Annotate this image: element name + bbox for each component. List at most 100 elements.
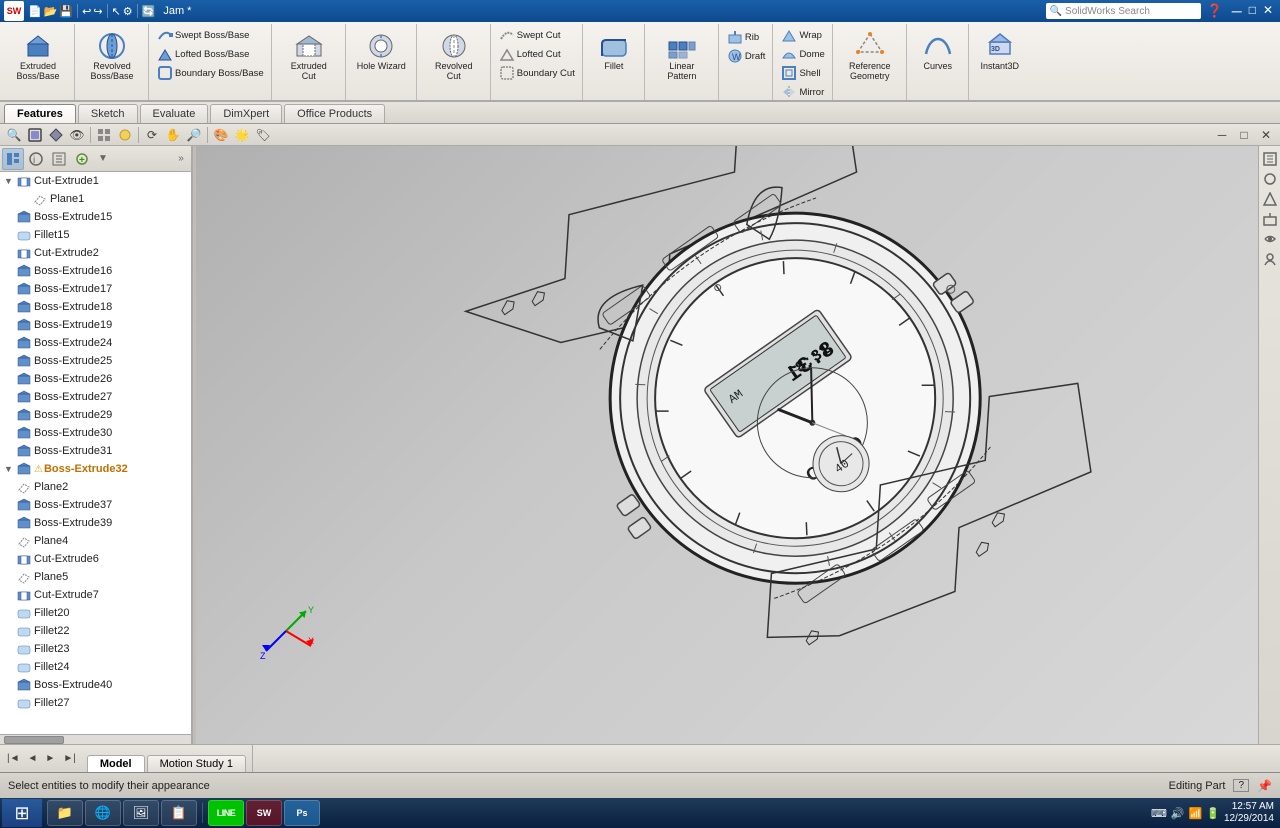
tray-network[interactable]: 🔊 [1171, 807, 1185, 820]
rib-btn[interactable]: Rib [724, 28, 769, 46]
tree-item-boss-extrude17[interactable]: Boss-Extrude17 [0, 280, 191, 298]
shell-btn[interactable]: Shell [778, 64, 827, 82]
save-btn[interactable]: 💾 [59, 5, 73, 18]
tree-item-fillet24[interactable]: Fillet24 [0, 658, 191, 676]
new-btn[interactable]: 📄 [28, 5, 42, 18]
revolved-boss-btn[interactable]: Revolved Boss/Base [82, 28, 142, 84]
tree-item-fillet22[interactable]: Fillet22 [0, 622, 191, 640]
instant3d-btn[interactable]: 3D Instant3D [976, 28, 1024, 74]
tree-item-boss-extrude25[interactable]: Boss-Extrude25 [0, 352, 191, 370]
tree-item-boss-extrude32[interactable]: ▼ ⚠ Boss-Extrude32 [0, 460, 191, 478]
pin-status-btn[interactable]: 📌 [1257, 779, 1272, 793]
taskbar-photoshop[interactable]: Ps [284, 800, 320, 826]
tree-item-fillet20[interactable]: Fillet20 [0, 604, 191, 622]
curves-btn[interactable]: Curves [914, 28, 962, 74]
maximize-viewport-btn[interactable]: □ [1234, 126, 1254, 144]
model-tab-motion-study[interactable]: Motion Study 1 [147, 755, 246, 772]
tray-volume[interactable]: 📶 [1189, 807, 1203, 820]
hide-show-btn[interactable]: 👁 [67, 126, 87, 144]
undo-btn[interactable]: ↩ [82, 5, 91, 18]
tree-item-cut-extrude7[interactable]: Cut-Extrude7 [0, 586, 191, 604]
tree-item-fillet27[interactable]: Fillet27 [0, 694, 191, 712]
minimize-btn[interactable]: ─ [1229, 3, 1245, 19]
search-input[interactable]: SolidWorks Search [1065, 6, 1150, 17]
rebuild-btn[interactable]: 🔄 [142, 5, 156, 18]
tree-item-boss-extrude29[interactable]: Boss-Extrude29 [0, 406, 191, 424]
tab-evaluate[interactable]: Evaluate [140, 104, 209, 123]
property-manager-btn[interactable]: i [25, 148, 47, 170]
dim-xpert-btn[interactable]: + [71, 148, 93, 170]
swept-cut-btn[interactable]: Swept Cut [496, 26, 578, 44]
lofted-boss-btn[interactable]: Lofted Boss/Base [154, 45, 267, 63]
revolved-cut-btn[interactable]: Revolved Cut [424, 28, 484, 84]
tree-item-boss-extrude30[interactable]: Boss-Extrude30 [0, 424, 191, 442]
ref-geometry-btn[interactable]: Reference Geometry [840, 28, 900, 84]
tree-item-plane1[interactable]: Plane1 [0, 190, 191, 208]
tree-item-boss-extrude31[interactable]: Boss-Extrude31 [0, 442, 191, 460]
open-btn[interactable]: 📂 [44, 5, 58, 18]
appearance-btn[interactable]: 🎨 [211, 126, 231, 144]
mirror-btn[interactable]: Mirror [778, 83, 827, 101]
taskbar-app4[interactable]: 📋 [161, 800, 197, 826]
nav-prev-btn[interactable]: ◄ [25, 752, 41, 765]
redo-btn[interactable]: ↪ [93, 5, 102, 18]
taskbar-img-viewer[interactable]: 🖼 [123, 800, 159, 826]
extruded-boss-btn[interactable]: Extruded Boss/Base [8, 28, 68, 84]
tree-item-boss-extrude19[interactable]: Boss-Extrude19 [0, 316, 191, 334]
panel-resize-handle[interactable] [1272, 0, 1280, 800]
tree-item-fillet15[interactable]: Fillet15 [0, 226, 191, 244]
tree-item-fillet23[interactable]: Fillet23 [0, 640, 191, 658]
tab-dimxpert[interactable]: DimXpert [210, 104, 282, 123]
tree-item-cut-extrude2[interactable]: Cut-Extrude2 [0, 244, 191, 262]
taskbar-browser[interactable]: 🌐 [85, 800, 121, 826]
nav-next-btn[interactable]: ► [42, 752, 58, 765]
taskbar-explorer[interactable]: 📁 [47, 800, 83, 826]
feature-manager-btn[interactable] [2, 148, 24, 170]
help-btn[interactable]: ❓ [1207, 3, 1223, 19]
scene-btn[interactable]: 🌟 [232, 126, 252, 144]
nav-last-btn[interactable]: ►| [60, 752, 79, 765]
tree-item-boss-extrude27[interactable]: Boss-Extrude27 [0, 388, 191, 406]
expand-icon[interactable]: ▼ [4, 176, 16, 186]
tree-item-boss-extrude18[interactable]: Boss-Extrude18 [0, 298, 191, 316]
tab-sketch[interactable]: Sketch [78, 104, 138, 123]
start-button[interactable]: ⊞ [2, 799, 42, 827]
boundary-boss-btn[interactable]: Boundary Boss/Base [154, 64, 267, 82]
rotate-btn[interactable]: ⟳ [142, 126, 162, 144]
tree-item-boss-extrude15[interactable]: Boss-Extrude15 [0, 208, 191, 226]
expand-icon[interactable]: ▼ [4, 464, 16, 474]
linear-pattern-btn[interactable]: Linear Pattern [652, 28, 712, 84]
dome-btn[interactable]: Dome [778, 45, 827, 63]
tree-item-cut-extrude1[interactable]: ▼ Cut-Extrude1 [0, 172, 191, 190]
tree-item-boss-extrude37[interactable]: Boss-Extrude37 [0, 496, 191, 514]
fillet-btn[interactable]: Fillet [590, 28, 638, 74]
wrap-btn[interactable]: W Draft [724, 47, 769, 65]
extruded-cut-btn[interactable]: Extruded Cut [279, 28, 339, 84]
options-btn[interactable]: ⚙ [123, 5, 133, 18]
tree-item-cut-extrude6[interactable]: Cut-Extrude6 [0, 550, 191, 568]
lighting-btn[interactable] [115, 126, 135, 144]
tree-item-boss-extrude16[interactable]: Boss-Extrude16 [0, 262, 191, 280]
taskbar-line[interactable]: LINE [208, 800, 244, 826]
tray-keyboard[interactable]: ⌨ [1151, 807, 1167, 820]
view-orientation-btn[interactable] [25, 126, 45, 144]
swept-boss-btn[interactable]: Swept Boss/Base [154, 26, 267, 44]
minimize-viewport-btn[interactable]: ─ [1212, 126, 1232, 144]
panel-expand-btn[interactable]: » [173, 151, 189, 167]
tree-item-plane2[interactable]: Plane2 [0, 478, 191, 496]
tab-office-products[interactable]: Office Products [284, 104, 385, 123]
zoom-btn[interactable]: 🔎 [184, 126, 204, 144]
select-btn[interactable]: ↖ [112, 5, 121, 18]
zoom-to-fit-btn[interactable]: 🔍 [4, 126, 24, 144]
tab-features[interactable]: Features [4, 104, 76, 123]
viewport[interactable]: AM 8:31 8:31 CASIO 40 [196, 146, 1258, 744]
tree-item-plane5[interactable]: Plane5 [0, 568, 191, 586]
display-style-btn[interactable] [46, 126, 66, 144]
pan-btn[interactable]: ✋ [163, 126, 183, 144]
tree-item-boss-extrude39[interactable]: Boss-Extrude39 [0, 514, 191, 532]
nav-first-btn[interactable]: |◄ [4, 752, 23, 765]
model-tab-model[interactable]: Model [87, 755, 145, 772]
tray-battery[interactable]: 🔋 [1206, 807, 1220, 820]
tree-item-boss-extrude24[interactable]: Boss-Extrude24 [0, 334, 191, 352]
restore-btn[interactable]: □ [1246, 3, 1259, 19]
